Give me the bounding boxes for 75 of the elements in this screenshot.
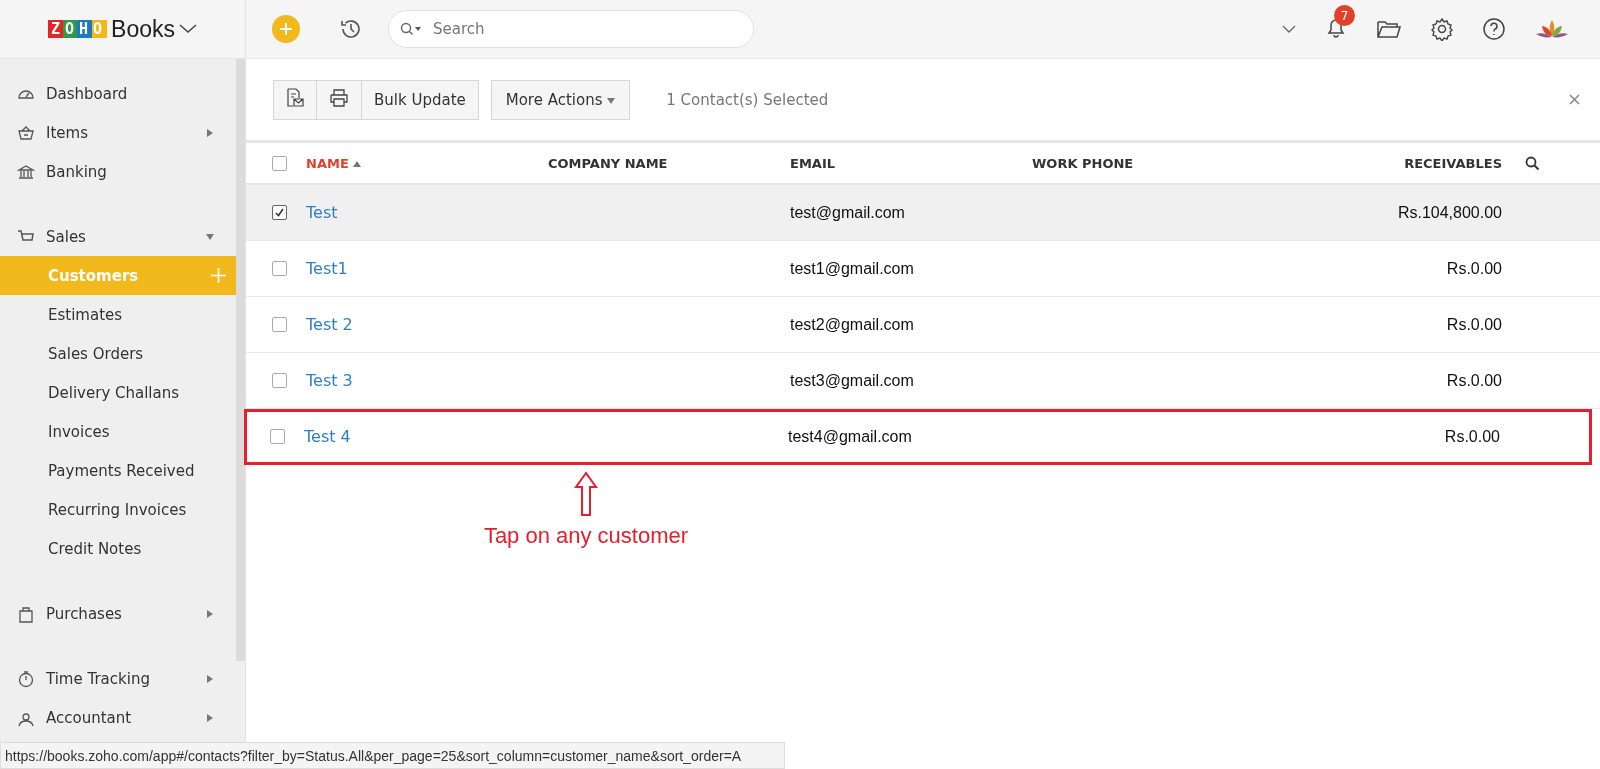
lotus-avatar-icon[interactable]: [1534, 18, 1570, 40]
email-cell: test4@gmail.com: [788, 427, 912, 445]
email-cell: test@gmail.com: [790, 203, 905, 221]
sidebar-item[interactable]: Banking: [0, 152, 236, 191]
notification-badge: 7: [1334, 5, 1355, 26]
sort-up-icon[interactable]: [353, 159, 362, 168]
search-icon[interactable]: [1524, 155, 1540, 171]
sidebar-item[interactable]: Purchases: [0, 594, 236, 633]
email-cell: test1@gmail.com: [790, 259, 914, 277]
column-header[interactable]: WORK PHONE: [1032, 155, 1282, 171]
sidebar-subitem[interactable]: Credit Notes: [0, 529, 236, 568]
column-header[interactable]: COMPANY NAME: [548, 155, 790, 171]
app-name: Books: [111, 15, 176, 43]
close-icon: [1569, 94, 1580, 105]
sidebar-subitem[interactable]: Sales Orders: [0, 334, 236, 373]
highlighted-table-row[interactable]: Test 4 test4@gmail.com Rs.0.00: [244, 409, 1592, 465]
sidebar-scrollbar[interactable]: [236, 59, 245, 661]
sidebar-item[interactable]: Dashboard: [0, 74, 236, 113]
caret-right-icon[interactable]: [206, 609, 214, 618]
table-row[interactable]: Test 3 test3@gmail.com Rs.0.00: [246, 353, 1600, 409]
caret-right-icon[interactable]: [206, 674, 214, 683]
search-icon[interactable]: [400, 22, 422, 36]
help-icon[interactable]: [1482, 17, 1506, 41]
plus-icon: [279, 22, 293, 36]
row-checkbox[interactable]: [272, 205, 287, 220]
timer-icon: [16, 668, 36, 689]
row-checkbox[interactable]: [272, 373, 287, 388]
email-cell: test3@gmail.com: [790, 371, 914, 389]
sidebar-item[interactable]: Accountant: [0, 698, 236, 737]
document-mail-icon: [286, 87, 304, 108]
customer-name-link[interactable]: Test1: [306, 259, 348, 278]
caret-down-icon: [607, 96, 616, 105]
status-bar-url: https://books.zoho.com/app#/contacts?filter_by=Status.All&per_page=25&sort_column=customer_name&sort_order=A: [0, 742, 785, 769]
chevron-down-icon[interactable]: [1282, 25, 1296, 33]
up-arrow-icon: [574, 471, 598, 517]
column-header[interactable]: NAME: [306, 155, 548, 171]
search-field[interactable]: Search: [388, 10, 754, 48]
sidebar-item[interactable]: Sales: [0, 217, 236, 256]
receivables-cell: Rs.0.00: [1446, 259, 1502, 277]
annotation-text: Tap on any customer: [483, 523, 689, 549]
customer-name-link[interactable]: Test 3: [306, 371, 353, 390]
receivables-cell: Rs.0.00: [1446, 371, 1502, 389]
logo-wordmark: ZOHO: [47, 20, 108, 38]
row-checkbox[interactable]: [272, 261, 287, 276]
receivables-cell: Rs.0.00: [1446, 315, 1502, 333]
customer-name-link[interactable]: Test: [306, 203, 338, 222]
sidebar-subitem[interactable]: Recurring Invoices: [0, 490, 236, 529]
customer-name-link[interactable]: Test 2: [306, 315, 353, 334]
sidebar-item[interactable]: Items: [0, 113, 236, 152]
receivables-cell: Rs.0.00: [1444, 427, 1500, 445]
more-actions-button[interactable]: More Actions: [490, 79, 631, 120]
sidebar-subitem[interactable]: Payments Received: [0, 451, 236, 490]
sidebar-subitem[interactable]: Delivery Challans: [0, 373, 236, 412]
email-cell: test2@gmail.com: [790, 315, 914, 333]
caret-right-icon[interactable]: [206, 713, 214, 722]
caret-down-icon[interactable]: [206, 232, 214, 241]
printer-icon: [329, 88, 349, 107]
caret-right-icon[interactable]: [206, 128, 214, 137]
sidebar-subitem[interactable]: Invoices: [0, 412, 236, 451]
folder-icon[interactable]: [1376, 18, 1402, 40]
chevron-down-icon[interactable]: [179, 24, 198, 34]
selection-count: 1 Contact(s) Selected: [666, 90, 829, 109]
row-checkbox[interactable]: [272, 317, 287, 332]
table-row[interactable]: Test1 test1@gmail.com Rs.0.00: [246, 241, 1600, 297]
settings-icon[interactable]: [1430, 17, 1454, 41]
receivables-cell: Rs.104,800.00: [1397, 203, 1502, 221]
table-row[interactable]: Test 2 test2@gmail.com Rs.0.00: [246, 297, 1600, 353]
sidebar-item[interactable]: Time Tracking: [0, 659, 236, 698]
sidebar-subitem[interactable]: Estimates: [0, 295, 236, 334]
row-checkbox[interactable]: [270, 429, 285, 444]
select-all-checkbox[interactable]: [272, 155, 287, 171]
column-header[interactable]: RECEIVABLES: [1282, 155, 1502, 171]
column-header[interactable]: EMAIL: [790, 155, 1032, 171]
table-row[interactable]: Test test@gmail.com Rs.104,800.00: [246, 185, 1600, 241]
customer-name-link[interactable]: Test 4: [304, 427, 351, 446]
